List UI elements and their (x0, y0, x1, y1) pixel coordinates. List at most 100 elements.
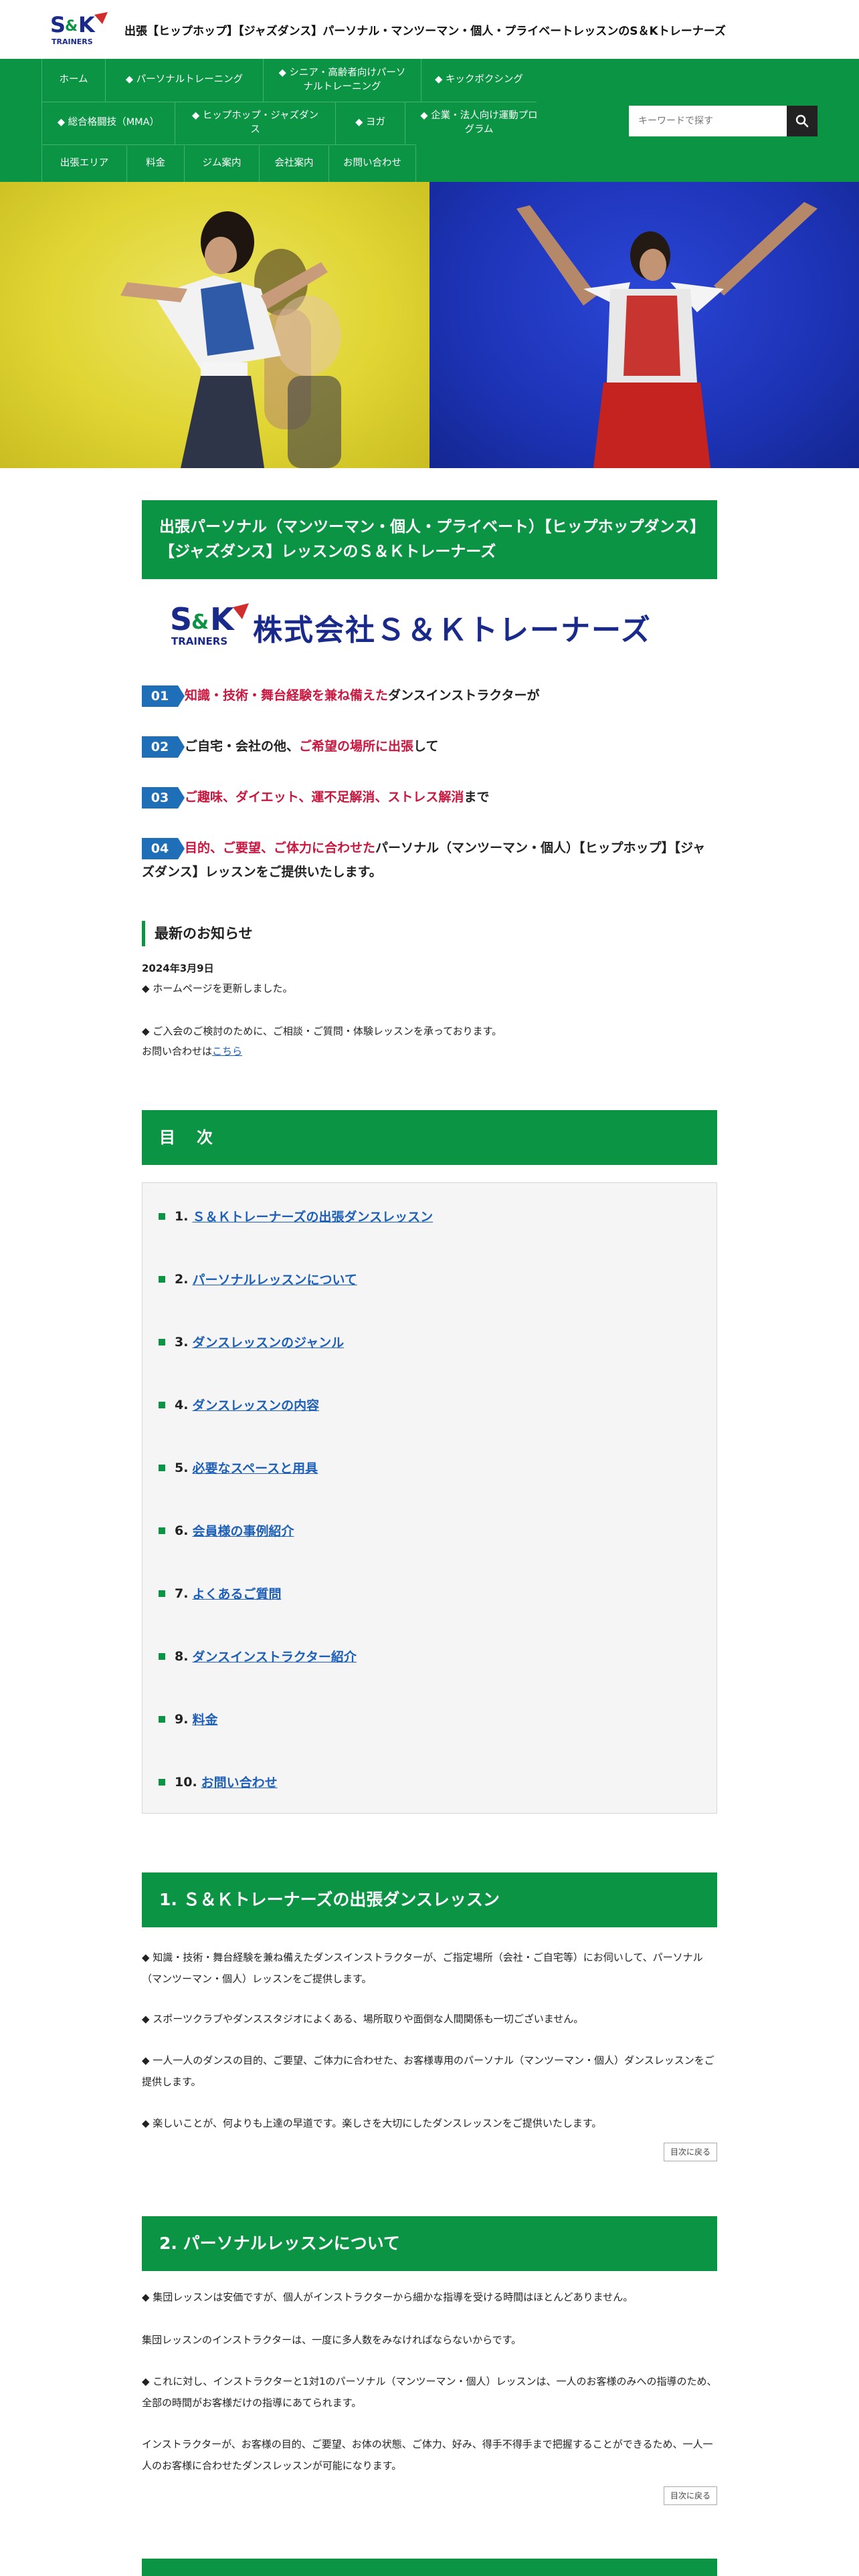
nav-item-kickboxing[interactable]: ◆ キックボクシング (421, 59, 537, 102)
back-to-toc-button[interactable]: 目次に戻る (664, 2143, 717, 2161)
toc-item: 7. よくあるご質問 (159, 1584, 281, 1602)
toc-item: 4. ダンスレッスンの内容 (159, 1396, 319, 1414)
bullet-icon (159, 1212, 165, 1220)
feature-number-badge: 04 (142, 837, 185, 859)
news-contact-prefix: お問い合わせは (142, 1045, 213, 1057)
section-1-paragraph: ◆ 知識・技術・舞台経験を兼ね備えたダンスインストラクターが、ご指定場所（会社・… (142, 1951, 703, 1985)
nav-item-area[interactable]: 出張エリア (41, 146, 127, 182)
bullet-icon (159, 1464, 165, 1471)
bullet-icon (159, 1715, 165, 1723)
section-1-paragraph: ◆ 楽しいことが、何よりも上達の早道です。楽しさを大切にしたダンスレッスンをご提… (142, 2117, 602, 2129)
section-1-paragraph: ◆ スポーツクラブやダンススタジオによくある、場所取りや面倒な人間関係も一切ござ… (142, 2013, 584, 2025)
bullet-icon (159, 1338, 165, 1346)
nav-item-pricing[interactable]: 料金 (127, 146, 185, 182)
toc-link[interactable]: ダンスインストラクター紹介 (192, 1647, 356, 1665)
nav-item-home[interactable]: ホーム (41, 59, 106, 102)
section-1-paragraph: ◆ 一人一人のダンスの目的、ご要望、ご体力に合わせた、お客様専用のパーソナル（マ… (142, 2054, 714, 2088)
toc-link[interactable]: ダンスレッスンのジャンル (192, 1333, 344, 1351)
feature-highlight: 知識・技術・舞台経験を兼ね備えた (185, 688, 389, 703)
toc-number: 6. (175, 1523, 189, 1538)
toc-number: 4. (175, 1397, 189, 1412)
news-item: ◆ ホームページを更新しました。 (142, 982, 293, 994)
feature-text: ご自宅・会社の他、 (185, 739, 300, 754)
nav-item-senior-training[interactable]: ◆ シニア・高齢者向けパーソナルトレーニング (264, 59, 421, 102)
bullet-icon (159, 1590, 165, 1597)
main-navigation: ホーム ◆ パーソナルトレーニング ◆ シニア・高齢者向けパーソナルトレーニング… (0, 59, 859, 182)
page-title: 出張パーソナル（マンツーマン・個人・プライベート）【ヒップホップダンス】【ジャズ… (142, 500, 717, 579)
toc-number: 8. (175, 1648, 189, 1664)
toc-number: 9. (175, 1711, 189, 1727)
toc-link[interactable]: お問い合わせ (201, 1773, 278, 1791)
bullet-icon (159, 1401, 165, 1408)
nav-item-corporate-program[interactable]: ◆ 企業・法人向け運動プログラム (405, 102, 553, 144)
toc-number: 1. (175, 1208, 189, 1224)
toc-number: 10. (175, 1774, 197, 1790)
nav-item-gym[interactable]: ジム案内 (185, 146, 260, 182)
toc-item: 5. 必要なスペースと用具 (159, 1459, 318, 1477)
feature-number-badge: 01 (142, 685, 185, 707)
feature-highlight: ご希望の場所に出張 (299, 739, 414, 754)
contact-link[interactable]: こちら (212, 1045, 242, 1057)
nav-item-hiphop-jazz[interactable]: ◆ ヒップホップ・ジャズダンス (175, 102, 336, 144)
svg-text:K: K (210, 602, 235, 637)
toc-item: 8. ダンスインストラクター紹介 (159, 1647, 357, 1665)
section-2-paragraph: インストラクターが、お客様の目的、ご要望、お体の状態、ご体力、好み、得手不得手ま… (142, 2438, 713, 2472)
news-contact-line: お問い合わせはこちら (142, 1042, 242, 1061)
toc-item: 9. 料金 (159, 1710, 217, 1728)
toc-item: 3. ダンスレッスンのジャンル (159, 1333, 344, 1351)
search-icon (795, 114, 809, 128)
feature-highlight: ご趣味、ダイエット、運不足解消、ストレス解消 (185, 790, 464, 804)
news-date: 2024年3月9日 (142, 962, 214, 974)
feature-02: 02 ご自宅・会社の他、ご希望の場所に出張して (142, 734, 717, 758)
bullet-icon (159, 1778, 165, 1786)
feature-text: して (413, 739, 439, 754)
search-input[interactable] (629, 106, 787, 136)
svg-text:TRAINERS: TRAINERS (52, 37, 93, 46)
toc-number: 7. (175, 1586, 189, 1601)
toc-link[interactable]: 料金 (192, 1710, 217, 1728)
back-to-toc-button[interactable]: 目次に戻る (664, 2486, 717, 2505)
site-title[interactable]: 出張【ヒップホップ】【ジャズダンス】パーソナル・マンツーマン・個人・プライベート… (124, 21, 726, 38)
toc-link[interactable]: Ｓ＆Ｋトレーナーズの出張ダンスレッスン (192, 1207, 433, 1225)
toc-item: 6. 会員様の事例紹介 (159, 1521, 294, 1539)
toc-link[interactable]: よくあるご質問 (192, 1584, 281, 1602)
feature-number-badge: 03 (142, 786, 185, 809)
search-button[interactable] (787, 106, 818, 136)
section-3-title (142, 2559, 717, 2576)
toc-link[interactable]: 会員様の事例紹介 (192, 1521, 294, 1539)
feature-01: 01 知識・技術・舞台経験を兼ね備えたダンスインストラクターが (142, 683, 717, 708)
section-2-paragraph: ◆ 集団レッスンは安価ですが、個人がインストラクターから細かな指導を受ける時間は… (142, 2291, 634, 2303)
toc-link[interactable]: パーソナルレッスンについて (192, 1270, 357, 1288)
hero-banner (0, 182, 859, 468)
feature-03: 03 ご趣味、ダイエット、運不足解消、ストレス解消まで (142, 785, 717, 809)
toc-item: 10. お問い合わせ (159, 1773, 278, 1791)
nav-item-yoga[interactable]: ◆ ヨガ (336, 102, 405, 144)
toc-item: 1. Ｓ＆Ｋトレーナーズの出張ダンスレッスン (159, 1207, 433, 1225)
toc-link[interactable]: 必要なスペースと用具 (192, 1459, 318, 1477)
news-item: ◆ ご入会のご検討のために、ご相談・ご質問・体験レッスンを承っております。 (142, 1025, 502, 1037)
bullet-icon (159, 1275, 165, 1283)
toc-item: 2. パーソナルレッスンについて (159, 1270, 357, 1288)
toc-link[interactable]: ダンスレッスンの内容 (192, 1396, 319, 1414)
site-header: S & K TRAINERS 出張【ヒップホップ】【ジャズダンス】パーソナル・マ… (0, 0, 859, 59)
hero-image-dancers-yellow (0, 182, 430, 468)
feature-number-badge: 02 (142, 736, 185, 758)
svg-text:K: K (78, 12, 96, 37)
bullet-icon (159, 1527, 165, 1534)
nav-item-mma[interactable]: ◆ 総合格闘技（MMA） (41, 102, 175, 144)
section-2-paragraph: 集団レッスンのインストラクターは、一度に多人数をみなければならないからです。 (142, 2334, 522, 2346)
svg-text:TRAINERS: TRAINERS (171, 635, 227, 647)
toc-number: 5. (175, 1460, 189, 1475)
nav-item-personal-training[interactable]: ◆ パーソナルトレーニング (106, 59, 264, 102)
nav-divider (41, 144, 416, 145)
feature-text: ダンスインストラクターが (388, 688, 540, 703)
nav-item-contact[interactable]: お問い合わせ (329, 146, 416, 182)
table-of-contents: 1. Ｓ＆Ｋトレーナーズの出張ダンスレッスン 2. パーソナルレッスンについて 3.… (142, 1182, 717, 1814)
feature-highlight: 目的、ご要望、ご体力に合わせた (185, 841, 376, 855)
svg-text:S: S (50, 12, 66, 37)
sk-trainers-logo[interactable]: S & K TRAINERS (49, 11, 109, 47)
svg-text:S: S (170, 602, 192, 637)
company-name: 株式会社Ｓ＆Ｋトレーナーズ (253, 613, 652, 647)
feature-text: まで (464, 790, 490, 804)
nav-item-company[interactable]: 会社案内 (260, 146, 329, 182)
